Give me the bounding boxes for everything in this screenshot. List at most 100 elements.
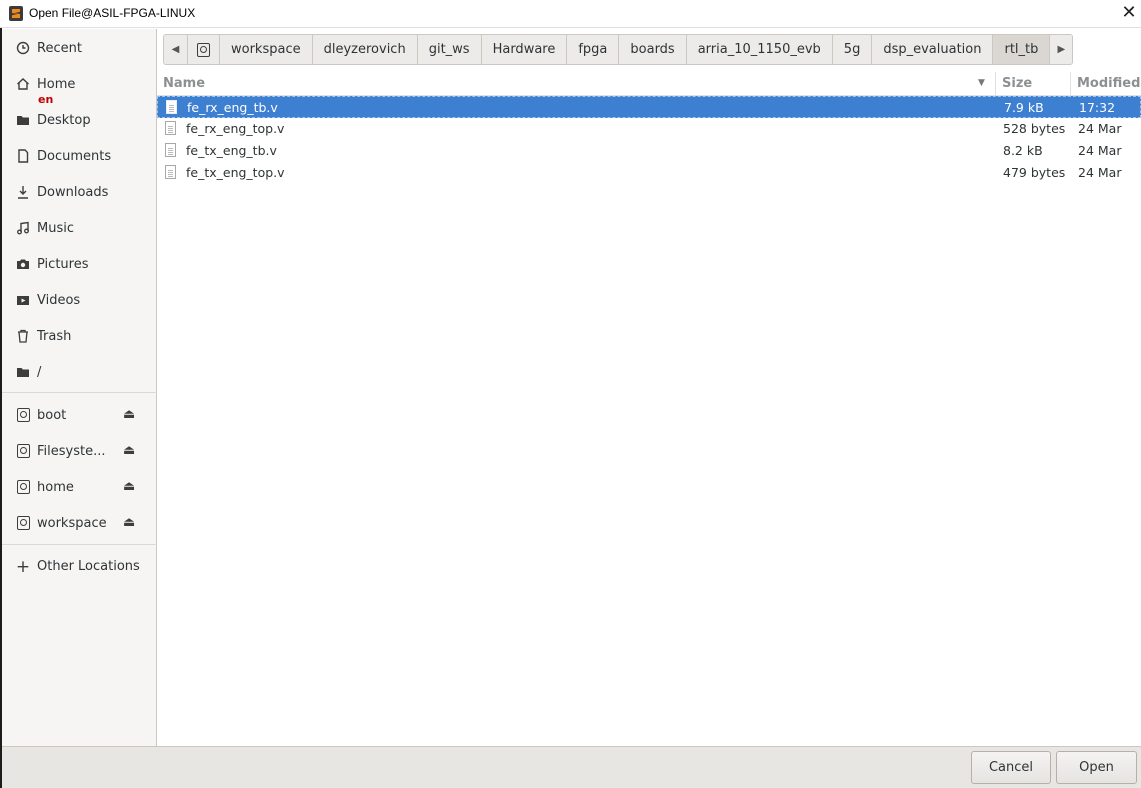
text-file-icon (165, 143, 176, 157)
sidebar-item-label: Videos (37, 293, 81, 308)
places-sidebar: Recent Home Desktop Documents Downloads … (2, 29, 157, 746)
file-name: fe_tx_eng_top.v (186, 165, 285, 180)
file-row[interactable]: fe_rx_eng_top.v 528 bytes 24 Mar (157, 118, 1141, 140)
plus-icon: + (15, 557, 31, 577)
path-segment[interactable]: git_ws (416, 35, 481, 64)
drive-icon (15, 516, 31, 532)
sidebar-item-label: home (37, 480, 74, 495)
file-row-selected[interactable]: fe_rx_eng_tb.v 7.9 kB 17:32 (157, 96, 1141, 118)
sidebar-item-label: Other Locations (37, 559, 140, 574)
file-row[interactable]: fe_tx_eng_tb.v 8.2 kB 24 Mar (157, 140, 1141, 162)
eject-icon[interactable]: ⏏ (123, 515, 135, 530)
sidebar-item-label: Desktop (37, 113, 91, 128)
file-size: 8.2 kB (1003, 143, 1043, 158)
app-icon (9, 6, 23, 21)
sidebar-item-label: Music (37, 221, 74, 236)
document-icon (15, 149, 31, 165)
sidebar-item-label: Filesyste... (37, 444, 106, 459)
sidebar-item-label: Downloads (37, 185, 109, 200)
path-segment[interactable]: fpga (566, 35, 619, 64)
sidebar-divider (2, 392, 157, 393)
file-modified: 24 Mar (1078, 165, 1122, 180)
sidebar-item-boot[interactable]: boot ⏏ (2, 398, 157, 432)
file-modified: 24 Mar (1078, 143, 1122, 158)
path-bar: ◀ workspace dleyzerovich git_ws Hardware… (163, 34, 1074, 65)
video-icon (15, 293, 31, 309)
sidebar-item-pictures[interactable]: Pictures (2, 247, 157, 281)
sidebar-divider (2, 544, 157, 545)
path-segment[interactable]: workspace (219, 35, 312, 64)
file-name: fe_tx_eng_tb.v (186, 143, 277, 158)
column-header-name[interactable]: Name (163, 76, 205, 91)
drive-icon (197, 42, 210, 57)
text-file-icon (165, 121, 176, 135)
sidebar-item-root[interactable]: / (2, 355, 157, 389)
path-segment[interactable]: boards (618, 35, 686, 64)
eject-icon[interactable]: ⏏ (123, 407, 135, 422)
open-button[interactable]: Open (1056, 751, 1137, 784)
path-scroll-right-button[interactable]: ▶ (1049, 35, 1073, 64)
drive-icon (15, 480, 31, 496)
sidebar-item-label: Home (37, 77, 76, 92)
sidebar-item-label: Recent (37, 41, 82, 56)
file-size: 7.9 kB (1004, 100, 1044, 115)
sidebar-item-workspace[interactable]: workspace ⏏ (2, 506, 157, 540)
download-icon (15, 185, 31, 201)
text-file-icon (165, 165, 176, 179)
file-row[interactable]: fe_tx_eng_top.v 479 bytes 24 Mar (157, 162, 1141, 184)
file-name: fe_rx_eng_tb.v (187, 100, 278, 115)
sidebar-item-videos[interactable]: Videos (2, 283, 157, 317)
path-segment[interactable]: dleyzerovich (311, 35, 417, 64)
drive-icon (15, 408, 31, 424)
clock-icon (15, 41, 31, 57)
column-header-modified[interactable]: Modified (1077, 76, 1140, 91)
sidebar-item-label: Documents (37, 149, 112, 164)
file-list-header: Name ▼ Size Modified (157, 72, 1141, 96)
file-modified: 17:32 (1079, 100, 1116, 115)
sort-descending-icon: ▼ (978, 78, 985, 88)
column-header-size[interactable]: Size (1002, 76, 1032, 91)
music-icon (15, 221, 31, 237)
sidebar-item-music[interactable]: Music (2, 211, 157, 245)
sidebar-item-documents[interactable]: Documents (2, 139, 157, 173)
sidebar-item-label: Trash (37, 329, 72, 344)
sidebar-item-desktop[interactable]: Desktop (2, 103, 157, 137)
file-size: 528 bytes (1003, 121, 1066, 136)
path-scroll-left-button[interactable]: ◀ (164, 35, 187, 64)
window-title: Open File@ASIL-FPGA-LINUX (29, 6, 196, 20)
sidebar-item-other-locations[interactable]: + Other Locations (2, 549, 157, 583)
column-divider[interactable] (995, 72, 996, 96)
file-size: 479 bytes (1003, 165, 1066, 180)
sidebar-item-downloads[interactable]: Downloads (2, 175, 157, 209)
sidebar-item-label: / (37, 365, 42, 380)
drive-icon (15, 444, 31, 460)
sidebar-item-home-volume[interactable]: home ⏏ (2, 470, 157, 504)
path-segment[interactable]: 5g (831, 35, 872, 64)
file-modified: 24 Mar (1078, 121, 1122, 136)
path-segment[interactable]: Hardware (480, 35, 567, 64)
cancel-button[interactable]: Cancel (971, 751, 1051, 784)
path-segment[interactable]: dsp_evaluation (871, 35, 993, 64)
sidebar-item-label: workspace (37, 516, 107, 531)
column-divider[interactable] (1070, 72, 1071, 96)
sidebar-item-filesystem[interactable]: Filesyste... ⏏ (2, 434, 157, 468)
input-method-indicator: en (38, 93, 54, 106)
trash-icon (15, 329, 31, 345)
sidebar-item-label: Pictures (37, 257, 89, 272)
camera-icon (15, 257, 31, 273)
eject-icon[interactable]: ⏏ (123, 479, 135, 494)
text-file-icon (166, 100, 177, 114)
path-segment-current[interactable]: rtl_tb (992, 35, 1050, 64)
title-bar: Open File@ASIL-FPGA-LINUX ✕ (0, 0, 1141, 28)
sidebar-item-home[interactable]: Home (2, 67, 157, 101)
path-root-button[interactable] (187, 35, 219, 64)
sidebar-item-recent[interactable]: Recent (2, 31, 157, 65)
close-icon[interactable]: ✕ (1120, 3, 1138, 23)
folder-icon (15, 113, 31, 129)
file-name: fe_rx_eng_top.v (186, 121, 285, 136)
sidebar-item-trash[interactable]: Trash (2, 319, 157, 353)
eject-icon[interactable]: ⏏ (123, 443, 135, 458)
home-icon (15, 77, 31, 93)
folder-icon (15, 365, 31, 381)
path-segment[interactable]: arria_10_1150_evb (685, 35, 832, 64)
